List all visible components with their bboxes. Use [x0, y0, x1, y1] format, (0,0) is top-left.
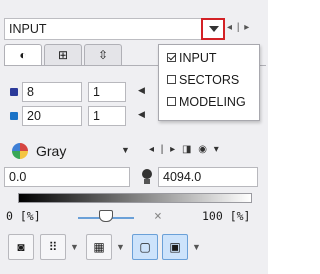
- menu-item-label: INPUT: [179, 51, 217, 65]
- color-table-name[interactable]: Gray: [36, 143, 66, 159]
- row-2: 20 1 ◀: [4, 106, 154, 126]
- chevron-down-icon[interactable]: ▼: [121, 145, 130, 155]
- move-icon: ⇳: [97, 48, 109, 62]
- display-icon: ◙: [17, 240, 25, 254]
- bottom-toolbar: ◙ ⠿ ▼ ▦ ▼ ▢ ▣ ▼: [4, 234, 266, 262]
- frame-button[interactable]: ▢: [132, 234, 158, 260]
- lightbulb-icon[interactable]: [140, 169, 154, 185]
- step-field[interactable]: 1: [88, 82, 126, 102]
- display-mode-button[interactable]: ◙: [8, 234, 34, 260]
- close-icon[interactable]: ×: [154, 209, 162, 224]
- menu-item-sectors[interactable]: SECTORS: [167, 73, 239, 93]
- nav-next-icon[interactable]: ▸: [244, 22, 250, 33]
- overlay-button[interactable]: ▣: [162, 234, 188, 260]
- layout-icon: ⠿: [48, 240, 58, 254]
- color-table-row: Gray ▼ ◂ | ▸ ◨ ◉ ▾: [4, 141, 266, 163]
- checkbox-icon: [167, 75, 176, 84]
- scale-min-label: 0 [%]: [6, 209, 41, 223]
- page-selector-title[interactable]: INPUT: [4, 18, 201, 40]
- range-min-field[interactable]: 0.0: [4, 167, 130, 187]
- value-field[interactable]: 20: [22, 106, 82, 126]
- range-max-field[interactable]: 4094.0: [158, 167, 258, 187]
- range-row: 0.0 4094.0: [4, 167, 266, 187]
- overlay-icon: ▣: [169, 240, 181, 254]
- checkbox-checked-icon: [167, 53, 176, 62]
- chevron-down-icon[interactable]: ▼: [192, 242, 201, 252]
- panel-header: INPUT ◂ | ▸: [4, 18, 266, 40]
- arrow-left-icon[interactable]: ◀: [138, 85, 145, 96]
- color-swatch: [10, 112, 18, 120]
- tab-contrast[interactable]: ◐: [4, 44, 42, 66]
- page-nav: ◂ | ▸: [227, 18, 267, 40]
- slider-thumb[interactable]: [99, 210, 113, 222]
- step-field[interactable]: 1: [88, 106, 126, 126]
- chevron-down-icon: [209, 26, 219, 32]
- menu-item-input[interactable]: INPUT: [167, 51, 217, 71]
- menu-item-modeling[interactable]: MODELING: [167, 95, 246, 115]
- checkbox-icon: [167, 97, 176, 106]
- row-1: 8 1 ◀: [4, 82, 154, 102]
- scale-max-label: 100 [%]: [202, 209, 251, 223]
- grid-button[interactable]: ▦: [86, 234, 112, 260]
- control-panel: INPUT ◂ | ▸ ◐ ⊞ ⇳ 8 1 ◀ 20 1 ◀ Gray ▼ ◂ …: [0, 0, 268, 274]
- chevron-down-icon[interactable]: ▼: [116, 242, 125, 252]
- tab-grid[interactable]: ⊞: [44, 44, 82, 66]
- contrast-icon: ◐: [19, 48, 27, 62]
- grid-icon: ▦: [93, 240, 105, 254]
- tab-bar: ◐ ⊞ ⇳: [4, 44, 164, 66]
- tab-move[interactable]: ⇳: [84, 44, 122, 66]
- palette-icon: [12, 143, 28, 159]
- page-dropdown-button[interactable]: [201, 18, 225, 40]
- color-swatch: [10, 88, 18, 96]
- value-field[interactable]: 8: [22, 82, 82, 102]
- nav-separator: |: [236, 22, 241, 33]
- color-tools[interactable]: ◂ | ▸ ◨ ◉ ▾: [149, 144, 221, 155]
- menu-item-label: MODELING: [179, 95, 246, 109]
- grid-icon: ⊞: [57, 48, 69, 62]
- color-gradient-bar[interactable]: [18, 193, 252, 203]
- page-dropdown-menu: INPUT SECTORS MODELING: [158, 44, 260, 121]
- menu-item-label: SECTORS: [179, 73, 240, 87]
- layout-button[interactable]: ⠿: [40, 234, 66, 260]
- scale-row: 0 [%] × 100 [%]: [4, 209, 266, 227]
- frame-icon: ▢: [139, 240, 151, 254]
- chevron-down-icon[interactable]: ▼: [70, 242, 79, 252]
- arrow-left-icon[interactable]: ◀: [138, 109, 145, 120]
- nav-prev-icon[interactable]: ◂: [227, 22, 233, 33]
